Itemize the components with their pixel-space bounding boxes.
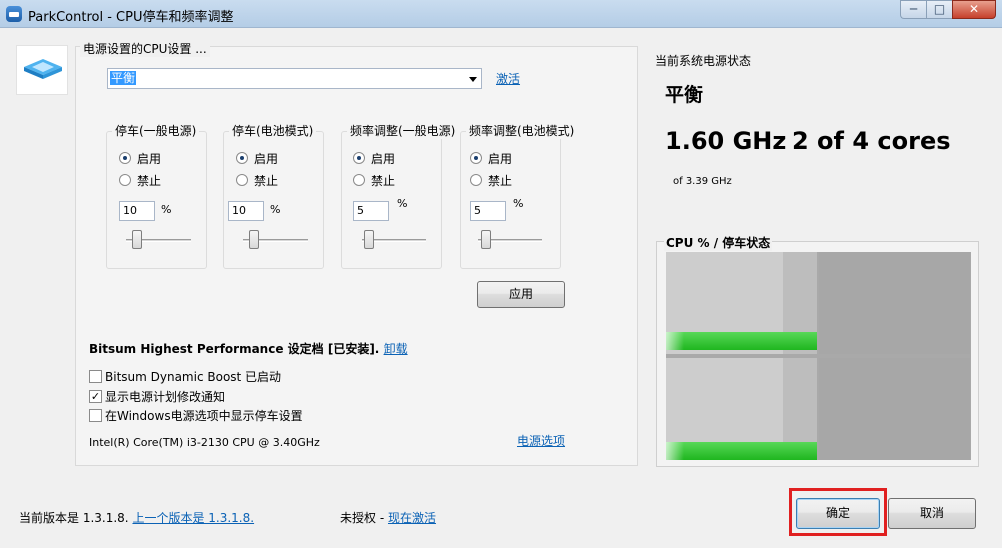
- power-plan-select[interactable]: 平衡: [107, 68, 482, 89]
- dynamic-boost-checkbox[interactable]: Bitsum Dynamic Boost 已启动: [89, 368, 281, 384]
- percent-unit: %: [513, 197, 524, 210]
- throttle-dc-percent-input[interactable]: 5: [470, 201, 506, 221]
- cancel-button[interactable]: 取消: [888, 498, 976, 529]
- parking-dc-disable-radio[interactable]: 禁止: [236, 172, 278, 188]
- active-cores: 2 of 4 cores: [792, 127, 951, 155]
- radio-label: 禁止: [137, 173, 162, 188]
- core-1-tile-parked: [819, 252, 970, 354]
- title-bar: ParkControl - CPU停车和频率调整 ─ □ ✕: [0, 0, 1002, 28]
- radio-unselected-icon[interactable]: [353, 174, 365, 186]
- radio-selected-icon[interactable]: [119, 152, 131, 164]
- parking-dc-title: 停车(电池模式): [229, 122, 317, 139]
- plan-change-notify-checkbox[interactable]: ✓ 显示电源计划修改通知: [89, 388, 225, 404]
- window-title: ParkControl - CPU停车和频率调整: [28, 10, 234, 25]
- minimize-button[interactable]: ─: [900, 0, 926, 19]
- cpu-park-status-title: CPU % / 停车状态: [664, 234, 773, 251]
- throttle-ac-slider-thumb[interactable]: [364, 230, 374, 249]
- parking-ac-title: 停车(一般电源): [112, 122, 200, 139]
- radio-label: 启用: [488, 151, 513, 166]
- power-options-link[interactable]: 电源选项: [517, 432, 565, 449]
- parking-ac-slider-thumb[interactable]: [132, 230, 142, 249]
- radio-unselected-icon[interactable]: [119, 174, 131, 186]
- ok-button[interactable]: 确定: [796, 498, 880, 529]
- parking-dc-percent-input[interactable]: 10: [228, 201, 264, 221]
- checkbox-label: 在Windows电源选项中显示停车设置: [105, 408, 303, 423]
- radio-selected-icon[interactable]: [470, 152, 482, 164]
- throttle-dc-enable-radio[interactable]: 启用: [470, 150, 512, 166]
- radio-label: 禁止: [254, 173, 279, 188]
- throttle-ac-title: 频率调整(一般电源): [347, 122, 459, 139]
- core-0-tile: [666, 252, 817, 354]
- throttle-ac-percent-input[interactable]: 5: [353, 201, 389, 221]
- cpu-settings-title: 电源设置的CPU设置 ...: [80, 40, 210, 57]
- app-logo: [16, 45, 68, 95]
- parking-dc-enable-radio[interactable]: 启用: [236, 150, 278, 166]
- checkbox-label: 显示电源计划修改通知: [105, 389, 226, 404]
- cpu-model-label: Intel(R) Core(TM) i3-2130 CPU @ 3.40GHz: [89, 436, 320, 449]
- core-2-usage-bar: [666, 442, 817, 460]
- power-plan-selected: 平衡: [110, 71, 137, 85]
- checkbox-checked-icon[interactable]: ✓: [89, 389, 102, 403]
- throttle-dc-disable-radio[interactable]: 禁止: [470, 172, 512, 188]
- chip-logo-icon: [24, 59, 62, 79]
- current-plan-name: 平衡: [665, 84, 704, 106]
- parking-ac-percent-input[interactable]: 10: [119, 201, 155, 221]
- throttle-ac-disable-radio[interactable]: 禁止: [353, 172, 395, 188]
- radio-selected-icon[interactable]: [353, 152, 365, 164]
- percent-unit: %: [270, 203, 281, 216]
- window-controls: ─ □ ✕: [900, 0, 996, 20]
- radio-label: 启用: [254, 151, 279, 166]
- version-info: 当前版本是 1.3.1.8. 上一个版本是 1.3.1.8.: [19, 509, 254, 526]
- uninstall-link[interactable]: 卸载: [384, 342, 408, 356]
- throttle-dc-title: 频率调整(电池模式): [466, 122, 578, 139]
- license-status-text: 未授权 -: [340, 511, 385, 525]
- bitsum-profile-status: Bitsum Highest Performance 设定档 [已安装]. 卸载: [89, 340, 408, 357]
- bitsum-profile-text: Bitsum Highest Performance 设定档 [已安装].: [89, 342, 380, 356]
- checkbox-unchecked-icon[interactable]: [89, 408, 102, 422]
- core-2-tile: [666, 358, 817, 460]
- throttle-ac-enable-radio[interactable]: 启用: [353, 150, 395, 166]
- checkbox-unchecked-icon[interactable]: [89, 369, 102, 383]
- radio-label: 启用: [137, 151, 162, 166]
- radio-unselected-icon[interactable]: [236, 174, 248, 186]
- power-status-title: 当前系统电源状态: [655, 54, 752, 68]
- cpu-frequency: 1.60 GHz: [665, 127, 787, 155]
- parking-ac-enable-radio[interactable]: 启用: [119, 150, 161, 166]
- current-version-text: 当前版本是 1.3.1.8.: [19, 511, 129, 525]
- max-frequency: of 3.39 GHz: [673, 176, 732, 187]
- radio-label: 禁止: [488, 173, 513, 188]
- core-grid: [666, 252, 971, 460]
- close-button[interactable]: ✕: [952, 0, 996, 19]
- previous-version-link[interactable]: 上一个版本是 1.3.1.8.: [132, 511, 254, 525]
- core-0-usage-bar: [666, 332, 817, 350]
- maximize-button[interactable]: □: [926, 0, 952, 19]
- radio-label: 禁止: [371, 173, 396, 188]
- parking-ac-disable-radio[interactable]: 禁止: [119, 172, 161, 188]
- checkbox-label: Bitsum Dynamic Boost 已启动: [105, 369, 282, 384]
- show-parking-in-windows-checkbox[interactable]: 在Windows电源选项中显示停车设置: [89, 407, 303, 423]
- radio-unselected-icon[interactable]: [470, 174, 482, 186]
- activate-now-link[interactable]: 现在激活: [388, 511, 436, 525]
- license-info: 未授权 - 现在激活: [340, 509, 436, 526]
- core-3-tile-parked: [819, 358, 970, 460]
- radio-label: 启用: [371, 151, 396, 166]
- apply-button[interactable]: 应用: [477, 281, 565, 308]
- parkcontrol-icon: [6, 6, 22, 22]
- activate-plan-link[interactable]: 激活: [496, 70, 520, 87]
- throttle-dc-slider-thumb[interactable]: [481, 230, 491, 249]
- percent-unit: %: [397, 197, 408, 210]
- parking-dc-slider-thumb[interactable]: [249, 230, 259, 249]
- radio-selected-icon[interactable]: [236, 152, 248, 164]
- percent-unit: %: [161, 203, 172, 216]
- chevron-down-icon[interactable]: [469, 77, 477, 82]
